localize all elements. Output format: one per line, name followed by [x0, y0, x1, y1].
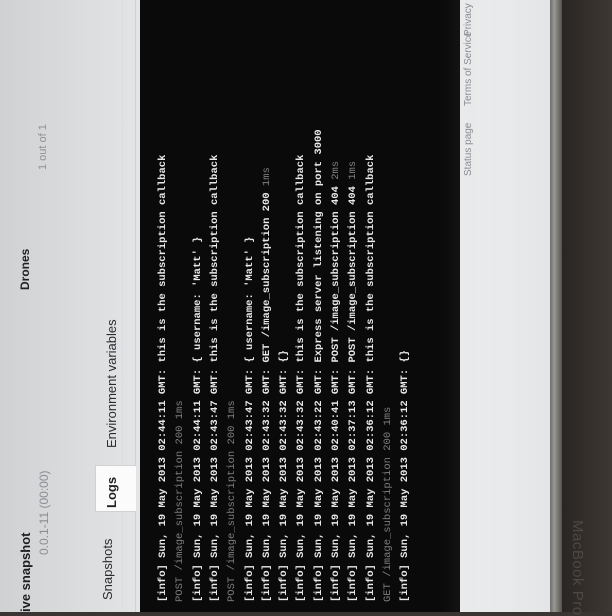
- log-message: Express server listening on port 3000: [312, 129, 325, 363]
- log-line-text: POST /image_subscription 200 1ms: [174, 400, 186, 602]
- tab-logs-label[interactable]: Logs: [104, 477, 119, 508]
- log-duration: 1ms: [381, 406, 394, 432]
- terms-text[interactable]: Terms of Service: [463, 32, 474, 106]
- browser-viewport: ive snapshot 0.0.1-11 (00:00) Drones 1 o…: [0, 0, 550, 612]
- log-line-text: [info] Sun, 19 May 2013 02:40:41 GMT: PO…: [330, 161, 342, 602]
- privacy-text[interactable]: Privacy p: [463, 0, 474, 36]
- log-prefix: POST /image_subscription: [226, 444, 239, 602]
- log-duration: 1ms: [347, 160, 360, 187]
- tab-panel-border: [135, 0, 136, 612]
- log-message: this is the subscription callback: [295, 154, 308, 363]
- log-message: GET /image_subscription: [260, 211, 273, 363]
- log-prefix: [info] Sun, 19 May 2013 02:44:11 GMT:: [157, 362, 169, 602]
- log-duration: 2ms: [330, 160, 342, 187]
- log-prefix: POST /image_subscription: [174, 444, 187, 602]
- log-line-text: [info] Sun, 19 May 2013 02:43:47 GMT: { …: [244, 237, 256, 602]
- log-prefix: [info] Sun, 19 May 2013 02:37:13 GMT:: [347, 362, 360, 602]
- tab-snapshots-label[interactable]: Snapshots: [100, 539, 115, 600]
- device-brand-label: MacBook Pro: [569, 520, 586, 616]
- log-line-text: [info] Sun, 19 May 2013 02:43:22 GMT: Ex…: [313, 129, 325, 602]
- http-status-code: 404: [330, 186, 342, 206]
- log-line-text: [info] Sun, 19 May 2013 02:37:13 GMT: PO…: [347, 161, 359, 602]
- tab-environment-variables-label[interactable]: Environment variables: [104, 319, 119, 448]
- log-message: {}: [278, 349, 291, 363]
- header-divider: [122, 0, 123, 612]
- http-status-code: 404: [347, 186, 360, 206]
- log-prefix: [info] Sun, 19 May 2013 02:43:32 GMT:: [278, 362, 291, 602]
- log-prefix: [info] Sun, 19 May 2013 02:43:22 GMT:: [312, 362, 325, 602]
- status-page-text[interactable]: Status page: [463, 123, 474, 176]
- log-line-text: POST /image_subscription 200 1ms: [226, 400, 238, 602]
- log-prefix: [info] Sun, 19 May 2013 02:44:11 GMT:: [191, 362, 204, 602]
- log-prefix: [info] Sun, 19 May 2013 02:43:47 GMT:: [243, 362, 256, 602]
- http-status-code: 200: [260, 192, 273, 212]
- log-message: POST /image_subscription: [330, 205, 342, 363]
- log-line-text: [info] Sun, 19 May 2013 02:36:12 GMT: {}: [399, 350, 411, 602]
- log-prefix: GET /image_subscription: [381, 450, 394, 602]
- screen-frame-edge: [548, 0, 562, 612]
- log-prefix: [info] Sun, 19 May 2013 02:40:41 GMT:: [330, 362, 342, 602]
- log-line-text: GET /image_subscription 200 1ms: [382, 407, 394, 602]
- log-prefix: [info] Sun, 19 May 2013 02:43:32 GMT:: [260, 362, 273, 602]
- log-message: POST /image_subscription: [347, 205, 360, 363]
- log-message: { username: 'Matt' }: [243, 236, 256, 363]
- http-status-code: 200: [174, 425, 187, 445]
- log-line-text: [info] Sun, 19 May 2013 02:36:12 GMT: th…: [365, 155, 377, 602]
- http-status-code: 200: [226, 425, 239, 445]
- log-line-text: [info] Sun, 19 May 2013 02:43:32 GMT: {}: [278, 350, 290, 602]
- app-name-text[interactable]: Drones: [18, 249, 32, 290]
- log-prefix: [info] Sun, 19 May 2013 02:43:47 GMT:: [208, 362, 221, 602]
- log-duration: 1ms: [174, 400, 187, 426]
- log-line-text: [info] Sun, 19 May 2013 02:43:47 GMT: th…: [209, 155, 221, 602]
- log-prefix: [info] Sun, 19 May 2013 02:36:12 GMT:: [364, 362, 377, 602]
- log-line-text: [info] Sun, 19 May 2013 02:43:32 GMT: th…: [295, 155, 307, 602]
- log-message: { username: 'Matt' }: [191, 236, 204, 363]
- http-status-code: 200: [381, 431, 394, 451]
- log-prefix: [info] Sun, 19 May 2013 02:43:32 GMT:: [295, 362, 308, 602]
- log-line-text: [info] Sun, 19 May 2013 02:44:11 GMT: th…: [157, 155, 169, 602]
- log-message: this is the subscription callback: [208, 154, 221, 363]
- log-message: this is the subscription callback: [364, 154, 377, 363]
- log-duration: 1ms: [226, 400, 239, 426]
- section-title-text: ive snapshot: [18, 532, 33, 612]
- log-line-text: [info] Sun, 19 May 2013 02:43:32 GMT: GE…: [261, 167, 273, 602]
- version-text: 0.0.1-11 (00:00): [37, 470, 51, 556]
- log-line-text: [info] Sun, 19 May 2013 02:44:11 GMT: { …: [192, 237, 204, 602]
- log-message: this is the subscription callback: [157, 154, 169, 363]
- pager-text: 1 out of 1: [37, 124, 49, 170]
- log-duration: 1ms: [260, 167, 273, 193]
- log-message: {}: [399, 349, 412, 363]
- log-prefix: [info] Sun, 19 May 2013 02:36:12 GMT:: [399, 362, 412, 602]
